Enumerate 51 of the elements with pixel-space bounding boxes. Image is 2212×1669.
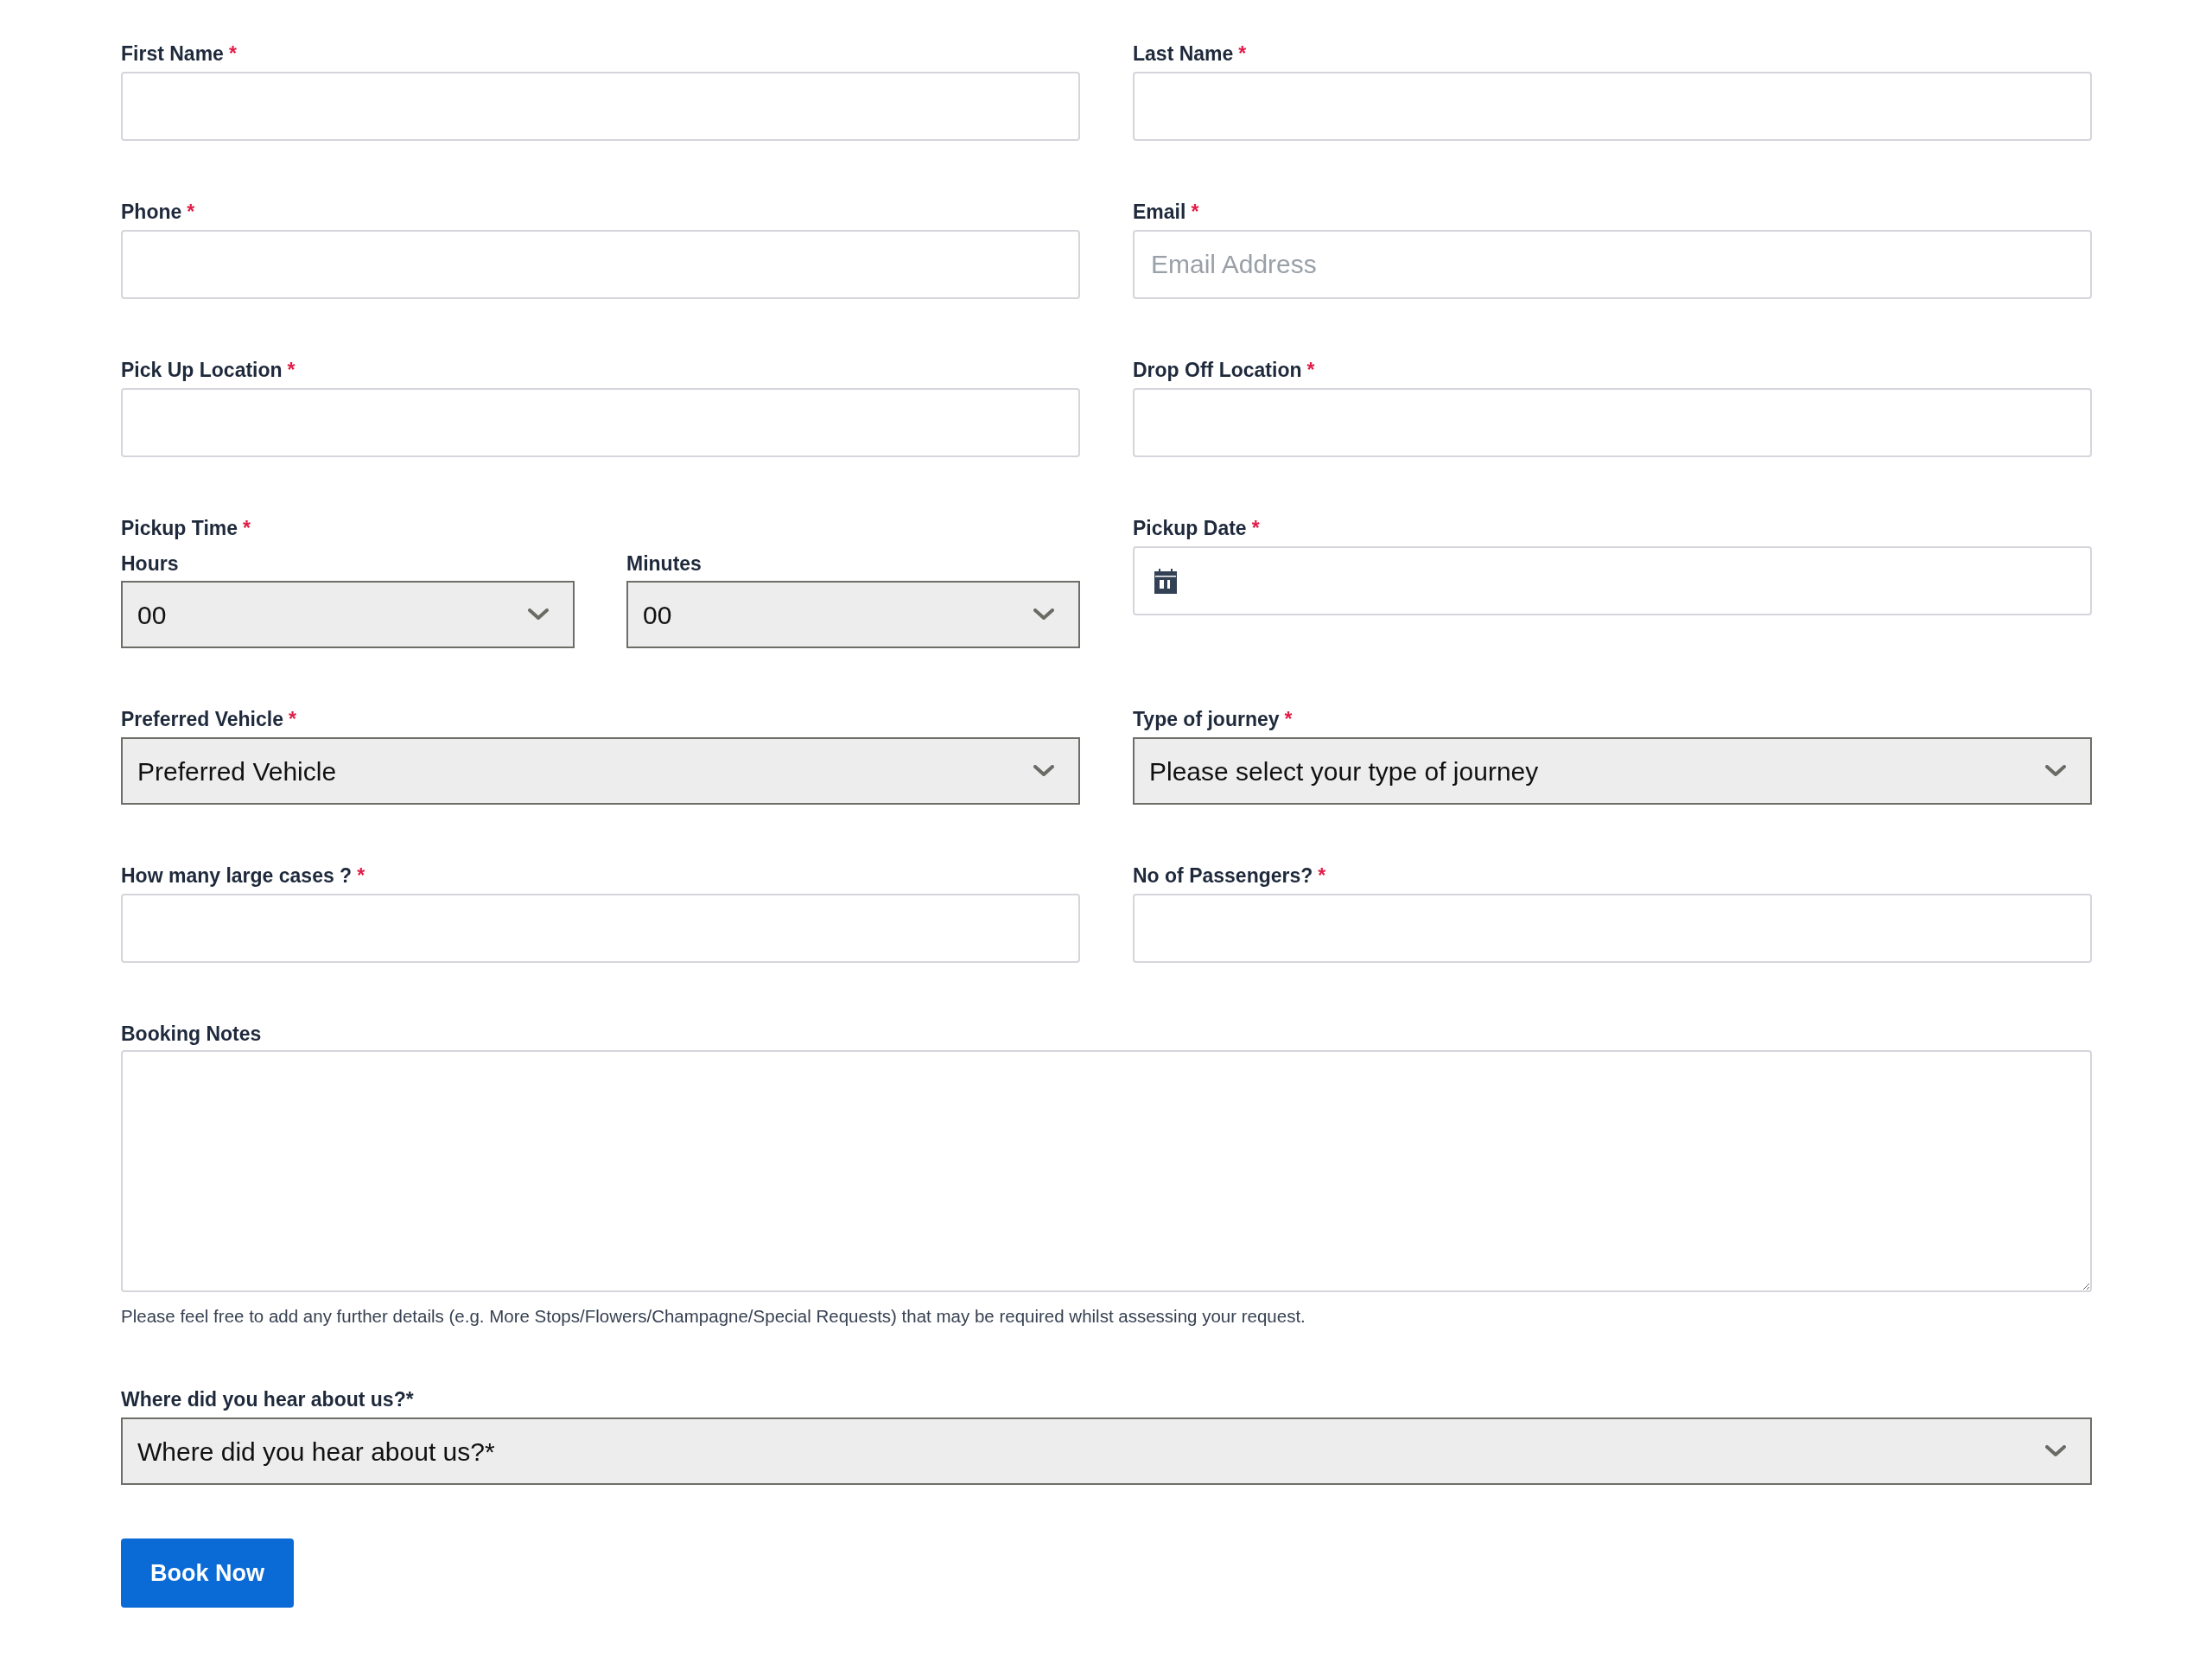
required-asterisk: *	[187, 200, 195, 225]
select-field[interactable]: Please select your type of journey	[1133, 737, 2092, 805]
chevron-down-icon	[528, 608, 549, 621]
required-asterisk: *	[1238, 41, 1247, 67]
required-asterisk: *	[1191, 200, 1199, 225]
field-label: No of Passengers?	[1133, 863, 1313, 889]
field-label: First Name	[121, 41, 224, 67]
required-asterisk: *	[1284, 707, 1293, 732]
text-input[interactable]	[1133, 72, 2092, 141]
field-label: Minutes	[626, 552, 702, 575]
field-label: Booking Notes	[121, 1022, 262, 1047]
field-label: Preferred Vehicle	[121, 707, 283, 732]
text-input[interactable]	[1133, 894, 2092, 963]
field-label: Last Name	[1133, 41, 1234, 67]
field-label: Pickup Time	[121, 516, 238, 541]
text-input[interactable]	[121, 388, 1080, 457]
text-input[interactable]: Email Address	[1133, 230, 2092, 299]
chevron-down-icon	[2045, 1445, 2066, 1457]
required-asterisk: *	[287, 358, 296, 383]
text-input[interactable]	[121, 72, 1080, 141]
help-text: Please feel free to add any further details (e.g. More Stops/Flowers/Champagne/Special Requests) that may be required whilst assessing your request.	[121, 1305, 1306, 1328]
calendar-icon	[1154, 568, 1178, 594]
field-label: Drop Off Location	[1133, 358, 1302, 383]
required-asterisk: *	[243, 516, 251, 541]
chevron-down-icon	[2045, 765, 2066, 777]
required-asterisk: *	[1318, 863, 1326, 889]
text-input[interactable]	[1133, 388, 2092, 457]
field-label: How many large cases ?	[121, 863, 353, 889]
text-input[interactable]	[121, 230, 1080, 299]
field-label: Where did you hear about us?*	[121, 1387, 414, 1412]
book-now-button[interactable]: Book Now	[121, 1538, 294, 1608]
text-input[interactable]	[121, 894, 1080, 963]
select-field[interactable]: 00	[121, 581, 575, 648]
field-label: Email	[1133, 200, 1186, 225]
required-asterisk: *	[357, 863, 365, 889]
select-field[interactable]: 00	[626, 581, 1080, 648]
select-field[interactable]: Where did you hear about us?*	[121, 1417, 2092, 1485]
field-label: Type of journey	[1133, 707, 1280, 732]
field-label: Phone	[121, 200, 182, 225]
chevron-down-icon	[1033, 765, 1054, 777]
field-label: Pick Up Location	[121, 358, 283, 383]
notes-textarea[interactable]	[121, 1050, 2092, 1292]
chevron-down-icon	[1033, 608, 1054, 621]
date-input[interactable]	[1133, 546, 2092, 615]
field-label: Pickup Date	[1133, 516, 1247, 541]
required-asterisk: *	[228, 41, 237, 67]
select-field[interactable]: Preferred Vehicle	[121, 737, 1080, 805]
field-label: Hours	[121, 552, 179, 575]
required-asterisk: *	[1251, 516, 1260, 541]
required-asterisk: *	[1306, 358, 1315, 383]
required-asterisk: *	[288, 707, 296, 732]
